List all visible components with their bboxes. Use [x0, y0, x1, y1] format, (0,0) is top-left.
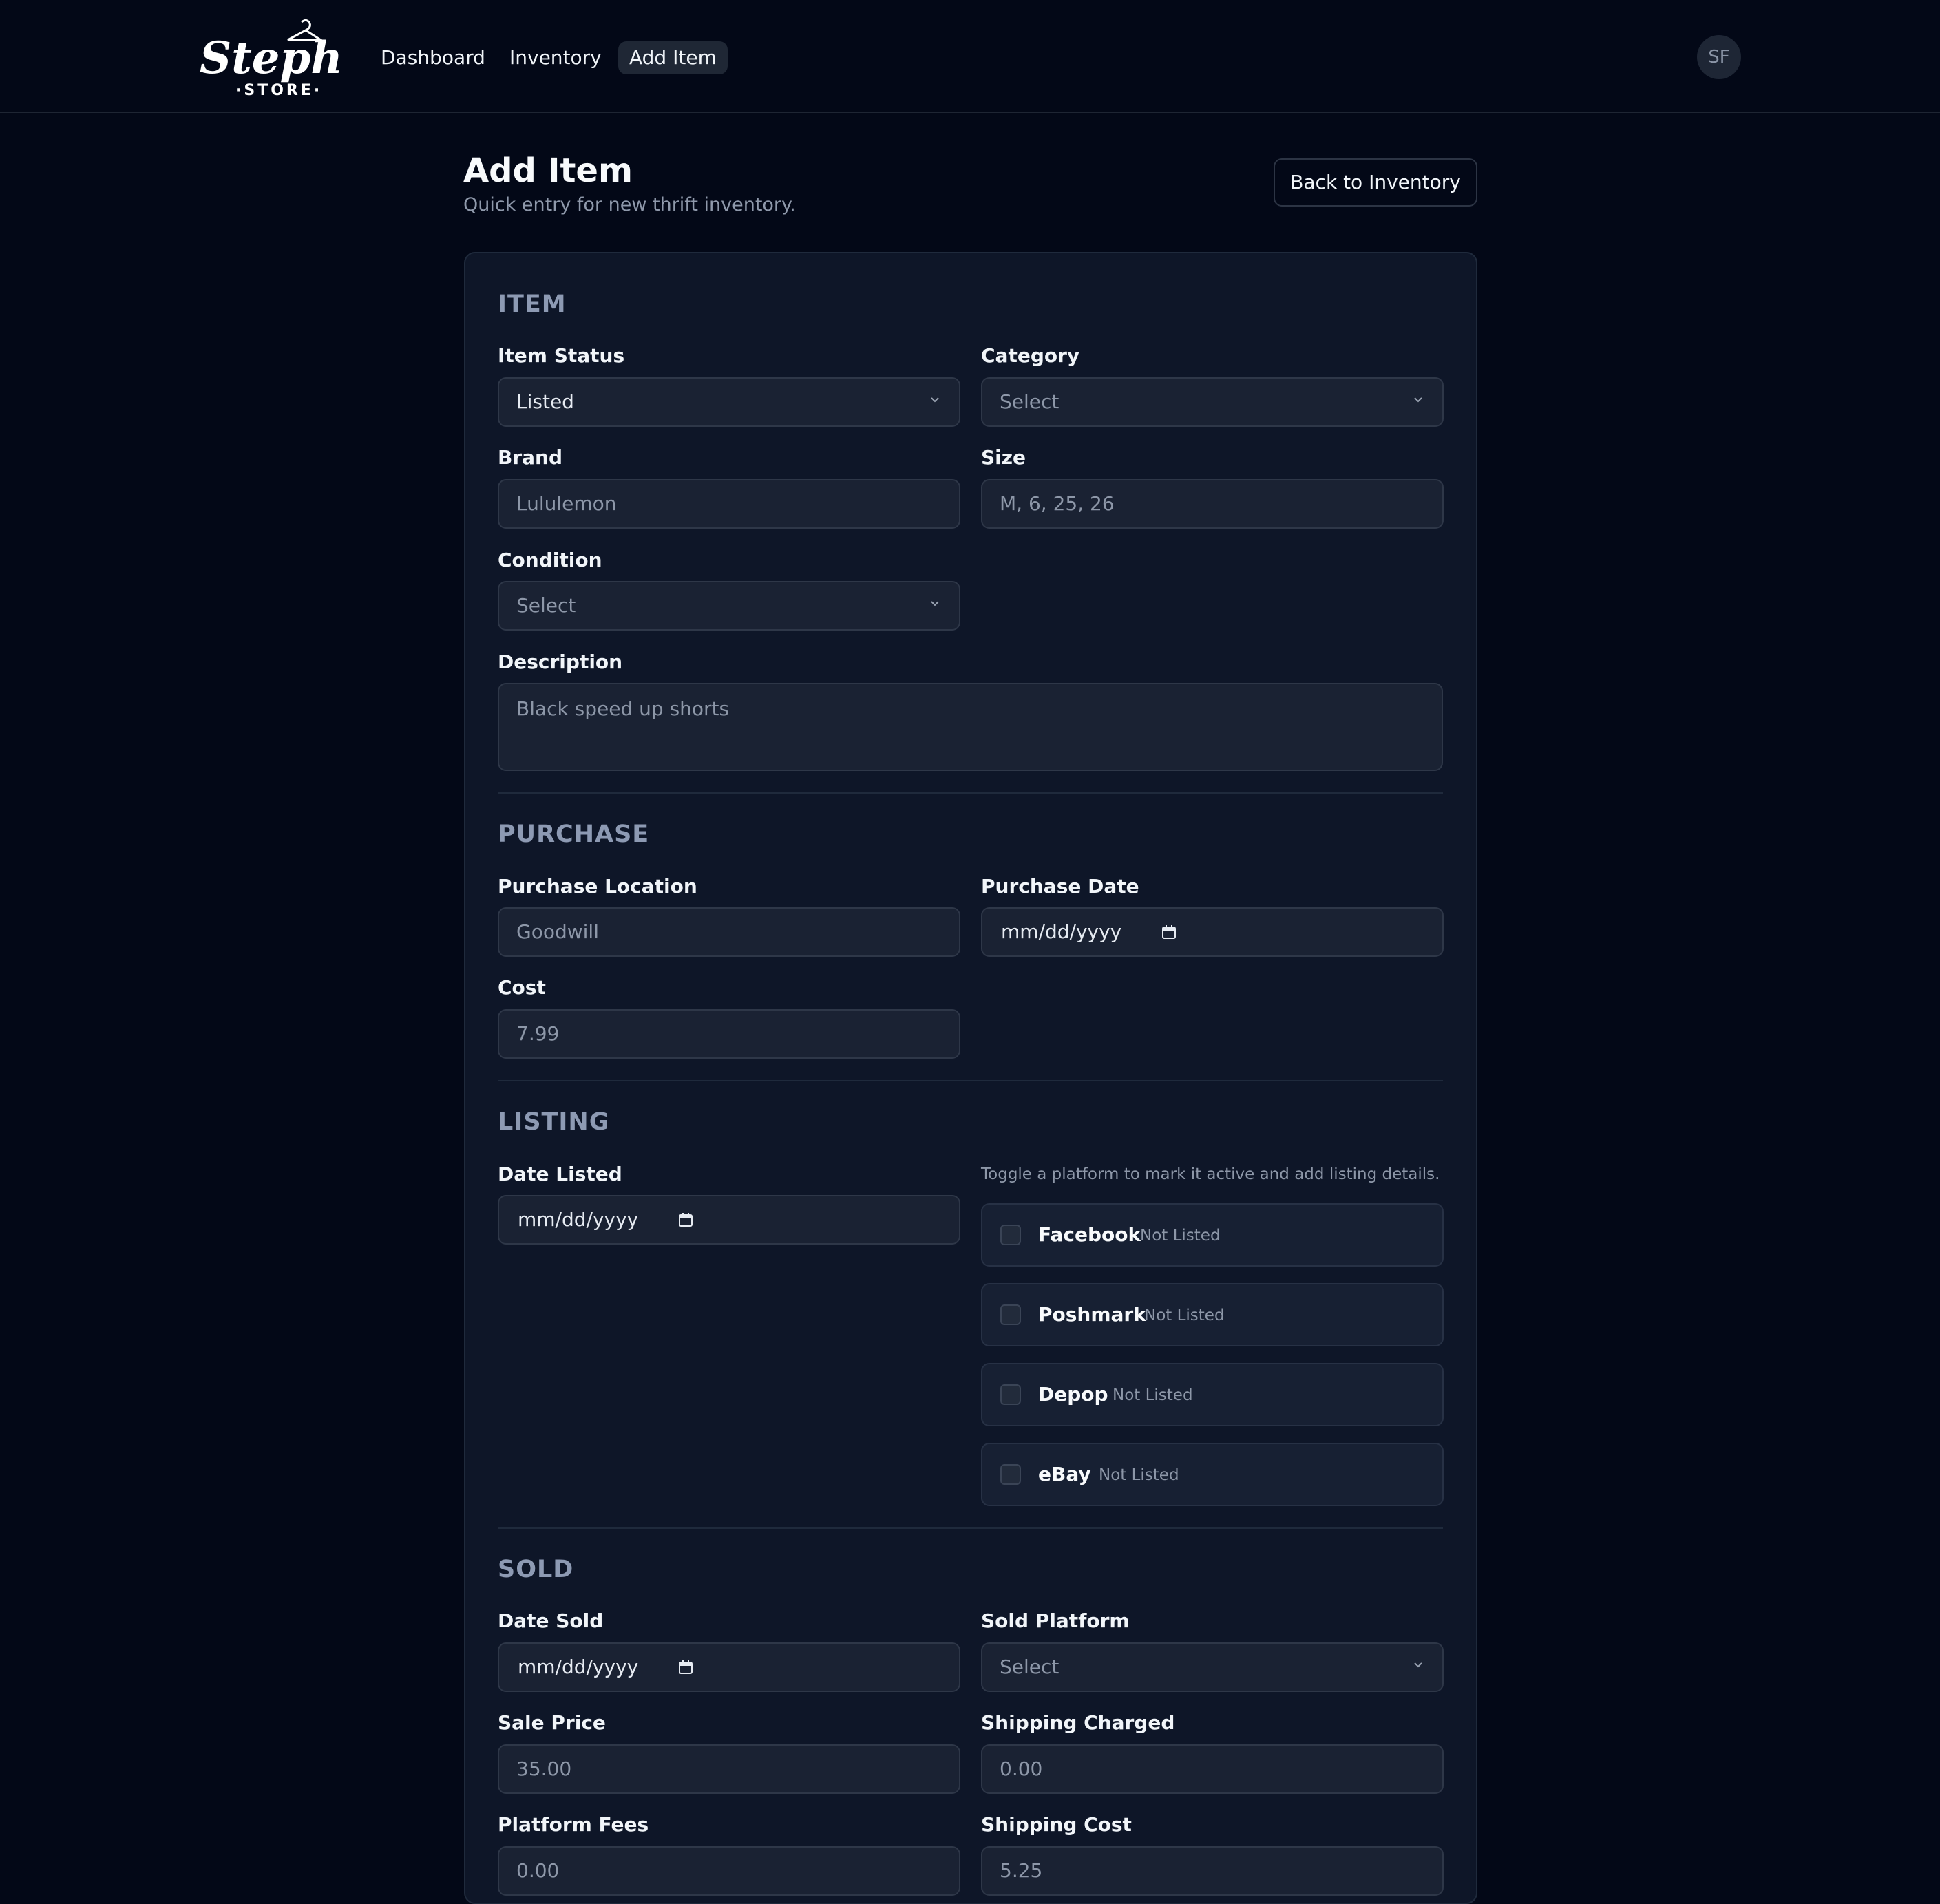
size-label: Size [981, 446, 1026, 469]
platform-checkbox[interactable] [1000, 1384, 1021, 1405]
nav-dashboard[interactable]: Dashboard [370, 41, 496, 74]
nav-add-item[interactable]: Add Item [618, 41, 728, 74]
platform-row-facebook[interactable]: Facebook Not Listed [981, 1203, 1444, 1267]
date-sold-label: Date Sold [498, 1609, 604, 1632]
platform-checkbox[interactable] [1000, 1304, 1021, 1325]
sale-price-label: Sale Price [498, 1711, 606, 1734]
section-title-item: ITEM [498, 290, 567, 318]
chevron-down-icon [1414, 397, 1422, 403]
platform-checkbox[interactable] [1000, 1225, 1021, 1245]
purchase-location-input[interactable]: Goodwill [498, 907, 960, 957]
brand-label: Brand [498, 446, 563, 469]
chevron-down-icon [1414, 1662, 1422, 1668]
platform-row-depop[interactable]: Depop Not Listed [981, 1363, 1444, 1426]
platform-status: Not Listed [1099, 1466, 1179, 1484]
sold-platform-label: Sold Platform [981, 1609, 1130, 1632]
sale-price-input[interactable]: 35.00 [498, 1744, 960, 1794]
description-textarea[interactable]: Black speed up shorts [498, 683, 1443, 771]
category-value: Select [1000, 390, 1059, 413]
platform-name: Facebook [1038, 1223, 1141, 1246]
condition-select[interactable]: Select [498, 581, 960, 631]
user-avatar[interactable]: SF [1697, 35, 1741, 79]
description-label: Description [498, 650, 623, 673]
date-sold-value: mm/dd/yyyy [518, 1656, 639, 1678]
platform-name: Poshmark [1038, 1303, 1146, 1326]
back-to-inventory-button[interactable]: Back to Inventory [1274, 158, 1477, 207]
section-divider [498, 792, 1443, 794]
svg-text:·STORE·: ·STORE· [235, 82, 322, 99]
cost-input[interactable]: 7.99 [498, 1009, 960, 1059]
platform-hint: Toggle a platform to mark it active and … [981, 1165, 1440, 1183]
page-subtitle: Quick entry for new thrift inventory. [463, 194, 796, 215]
store-logo[interactable]: Steph's ·STORE· [197, 14, 381, 101]
item-status-value: Listed [516, 390, 574, 413]
shipping-charged-input[interactable]: 0.00 [981, 1744, 1444, 1794]
purchase-date-value: mm/dd/yyyy [1001, 920, 1122, 943]
platform-status: Not Listed [1144, 1307, 1225, 1324]
section-title-purchase: PURCHASE [498, 821, 650, 848]
section-divider [498, 1080, 1443, 1081]
category-select[interactable]: Select [981, 377, 1444, 427]
condition-label: Condition [498, 549, 602, 571]
cost-label: Cost [498, 976, 546, 999]
purchase-date-input[interactable]: mm/dd/yyyy [981, 907, 1444, 957]
platform-name: Depop [1038, 1383, 1108, 1406]
condition-value: Select [516, 594, 576, 617]
platform-fees-input[interactable]: 0.00 [498, 1846, 960, 1896]
shipping-cost-label: Shipping Cost [981, 1813, 1132, 1836]
sold-platform-value: Select [1000, 1656, 1059, 1678]
brand-input[interactable]: Lululemon [498, 479, 960, 529]
calendar-icon[interactable] [679, 1212, 693, 1227]
date-listed-value: mm/dd/yyyy [518, 1208, 639, 1231]
sold-platform-select[interactable]: Select [981, 1642, 1444, 1692]
chevron-down-icon [931, 601, 939, 606]
shipping-cost-input[interactable]: 5.25 [981, 1846, 1444, 1896]
calendar-icon[interactable] [679, 1660, 693, 1675]
item-status-select[interactable]: Listed [498, 377, 960, 427]
top-navbar: Steph's ·STORE· Dashboard Inventory Add … [0, 0, 1940, 113]
date-listed-label: Date Listed [498, 1163, 622, 1185]
purchase-date-label: Purchase Date [981, 875, 1139, 898]
platform-checkbox[interactable] [1000, 1464, 1021, 1485]
platform-fees-label: Platform Fees [498, 1813, 649, 1836]
svg-text:Steph's: Steph's [200, 32, 341, 84]
section-divider [498, 1527, 1443, 1529]
section-title-sold: SOLD [498, 1556, 574, 1583]
item-status-label: Item Status [498, 344, 625, 367]
platform-row-poshmark[interactable]: Poshmark Not Listed [981, 1283, 1444, 1346]
platform-row-ebay[interactable]: eBay Not Listed [981, 1443, 1444, 1506]
platform-status: Not Listed [1140, 1227, 1221, 1245]
date-sold-input[interactable]: mm/dd/yyyy [498, 1642, 960, 1692]
category-label: Category [981, 344, 1080, 367]
shipping-charged-label: Shipping Charged [981, 1711, 1175, 1734]
date-listed-input[interactable]: mm/dd/yyyy [498, 1195, 960, 1245]
platform-name: eBay [1038, 1463, 1091, 1485]
size-input[interactable]: M, 6, 25, 26 [981, 479, 1444, 529]
nav-inventory[interactable]: Inventory [498, 41, 613, 74]
page-title: Add Item [463, 151, 633, 190]
section-title-listing: LISTING [498, 1108, 610, 1136]
chevron-down-icon [931, 397, 939, 403]
calendar-icon[interactable] [1162, 924, 1176, 940]
store-logo-graphic: Steph's ·STORE· [200, 19, 381, 99]
purchase-location-label: Purchase Location [498, 875, 697, 898]
platform-status: Not Listed [1113, 1386, 1193, 1404]
